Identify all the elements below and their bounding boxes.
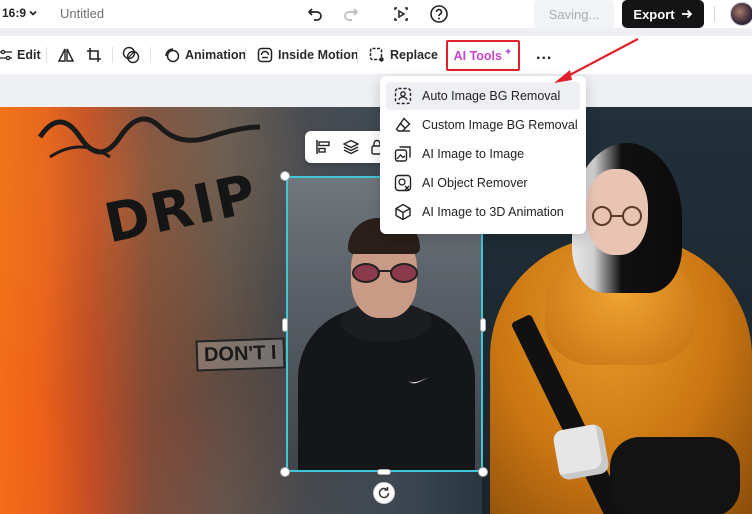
replace-button[interactable]: Replace <box>369 36 438 74</box>
flip-button[interactable] <box>58 36 74 74</box>
resize-handle[interactable] <box>280 467 290 477</box>
replace-icon <box>369 47 384 62</box>
menu-item-ai-image-to-3d-animation[interactable]: AI Image to 3D Animation <box>386 198 580 226</box>
bag <box>610 437 740 514</box>
chevron-down-icon[interactable] <box>28 8 38 18</box>
rotate-icon[interactable] <box>373 482 395 504</box>
resize-handle[interactable] <box>480 318 486 332</box>
divider <box>714 6 715 22</box>
auto-bg-removal-icon <box>394 87 412 105</box>
undo-icon[interactable] <box>304 3 326 25</box>
graffiti-scribble <box>37 116 261 159</box>
crop-icon <box>87 48 101 62</box>
resize-handle[interactable] <box>478 467 488 477</box>
replace-label: Replace <box>390 48 438 62</box>
divider <box>245 47 246 63</box>
cube-icon <box>395 203 411 221</box>
edit-button[interactable]: Edit <box>0 36 41 74</box>
menu-item-label: AI Image to 3D Animation <box>422 205 564 219</box>
animation-label: Animation <box>185 48 247 62</box>
resize-handle[interactable] <box>377 469 391 475</box>
menu-item-ai-image-to-image[interactable]: AI Image to Image <box>386 140 580 168</box>
aspect-ratio-selector[interactable]: 16:9 <box>2 6 26 20</box>
menu-item-ai-object-remover[interactable]: AI Object Remover <box>386 169 580 197</box>
floating-toolbar <box>305 131 391 163</box>
graffiti-sign: DON'T I <box>195 337 286 372</box>
crop-button[interactable] <box>86 36 102 74</box>
inside-motion-button[interactable]: Inside Motion <box>257 36 359 74</box>
image-to-image-icon <box>394 146 411 162</box>
menu-item-custom-image-bg-removal[interactable]: Custom Image BG Removal <box>386 111 580 139</box>
sunglasses <box>352 263 418 283</box>
divider <box>112 47 113 63</box>
edit-label: Edit <box>17 48 41 62</box>
resize-handle[interactable] <box>282 318 288 332</box>
inside-motion-label: Inside Motion <box>278 48 359 62</box>
saving-label: Saving... <box>548 6 600 22</box>
dice-keychain <box>552 423 610 481</box>
opacity-button[interactable] <box>122 36 140 74</box>
swoosh-logo <box>409 377 429 384</box>
eraser-icon <box>395 117 411 132</box>
saving-status-button: Saving... <box>534 0 614 28</box>
annotation-arrow <box>554 38 639 83</box>
animation-icon <box>165 48 180 63</box>
layers-icon[interactable] <box>341 137 361 157</box>
menu-item-label: Auto Image BG Removal <box>422 89 561 103</box>
arrow-right-icon <box>681 9 692 19</box>
align-icon[interactable] <box>313 137 333 157</box>
divider <box>46 47 47 63</box>
document-title[interactable]: Untitled <box>60 6 104 21</box>
ai-tools-label: AI Tools <box>453 48 502 63</box>
user-avatar[interactable] <box>730 2 752 26</box>
ai-tools-button[interactable]: AI Tools ✦ <box>446 40 520 71</box>
menu-item-label: AI Object Remover <box>422 176 528 190</box>
sparkle-icon: ✦ <box>504 47 513 58</box>
flip-icon <box>58 48 74 62</box>
menu-item-label: AI Image to Image <box>422 147 525 161</box>
divider <box>150 47 151 63</box>
glasses <box>592 206 642 226</box>
top-bar: 16:9 Untitled Saving... Export <box>0 0 752 28</box>
preview-play-icon[interactable] <box>390 3 412 25</box>
resize-handle[interactable] <box>280 171 290 181</box>
export-label: Export <box>633 6 675 22</box>
settings-sliders-icon <box>0 49 12 61</box>
ai-tools-menu: Auto Image BG Removal Custom Image BG Re… <box>380 76 586 234</box>
menu-item-label: Custom Image BG Removal <box>422 118 578 132</box>
object-remover-icon <box>394 174 412 192</box>
help-icon[interactable] <box>428 3 450 25</box>
animation-button[interactable]: Animation <box>164 36 246 74</box>
divider <box>357 47 358 63</box>
inside-motion-icon <box>257 47 273 63</box>
redo-icon[interactable] <box>340 3 362 25</box>
export-button[interactable]: Export <box>622 0 704 28</box>
opacity-icon <box>122 46 140 64</box>
menu-item-auto-image-bg-removal[interactable]: Auto Image BG Removal <box>386 82 580 110</box>
